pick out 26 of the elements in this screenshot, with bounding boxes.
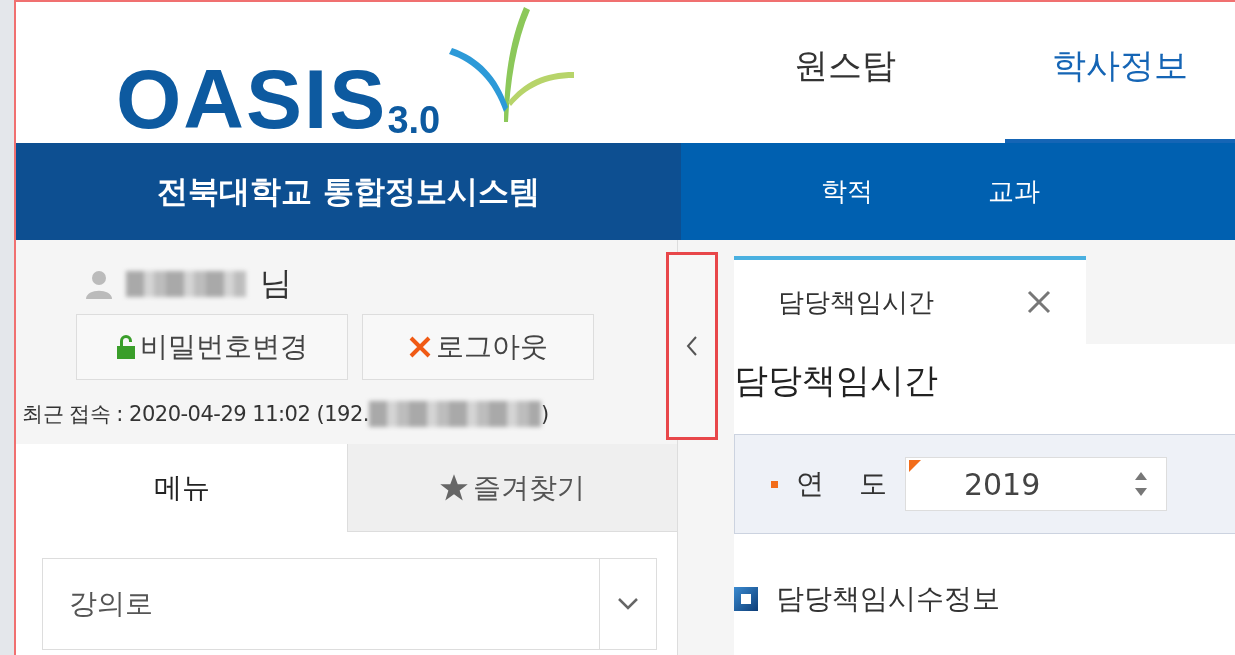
chevron-left-icon xyxy=(685,334,699,358)
sidebar-tab[interactable]: 즐겨찾기 xyxy=(346,444,677,532)
close-icon[interactable] xyxy=(1026,289,1052,315)
page-tab[interactable]: 담당책임시간 xyxy=(734,256,1086,344)
closing-paren: ) xyxy=(540,402,549,426)
menu-select[interactable]: 강의로 xyxy=(42,558,657,650)
last-access-text: 최근 접속 : 2020-04-29 11:02 (192. xyxy=(22,401,369,428)
site-title: 전북대학교 통합정보시스템 xyxy=(157,171,540,211)
field-label: 연 도 xyxy=(796,466,887,502)
sub-nav-item[interactable]: 교과 xyxy=(988,174,1040,209)
change-password-button[interactable]: 비밀번호변경 xyxy=(76,314,348,380)
sidebar-collapse-button[interactable] xyxy=(666,252,718,440)
user-icon xyxy=(86,269,112,299)
lock-icon xyxy=(116,334,136,360)
chevron-down-icon xyxy=(617,597,639,611)
oasis-logo: OASIS3.0 xyxy=(116,2,441,143)
required-corner-icon xyxy=(908,460,921,472)
section-title: 담당책임시수정보 xyxy=(776,581,1000,617)
user-suffix: 님 xyxy=(260,263,292,304)
sidebar-tab[interactable]: 메뉴 xyxy=(16,444,347,532)
page-title: 담당책임시간 xyxy=(734,359,939,402)
top-nav-tab[interactable]: 원스탑 xyxy=(745,2,945,143)
sub-nav-item[interactable]: 학적 xyxy=(821,174,873,209)
logout-button[interactable]: 로그아웃 xyxy=(362,314,594,380)
close-icon xyxy=(408,335,432,359)
year-input-field[interactable]: 2019 xyxy=(904,457,1167,511)
